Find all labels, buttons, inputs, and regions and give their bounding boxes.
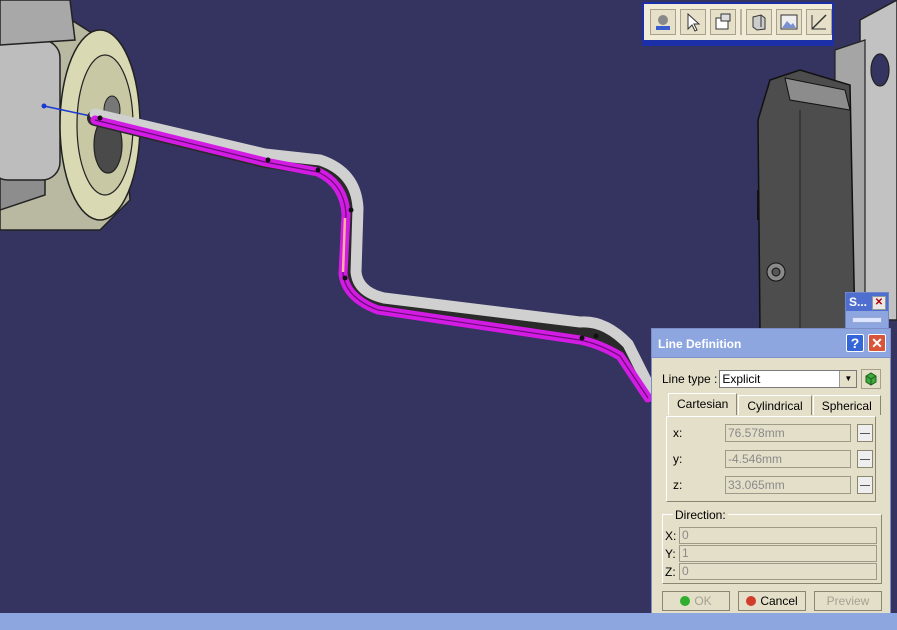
cancel-label: Cancel <box>760 594 798 608</box>
properties-icon[interactable] <box>710 9 736 35</box>
ok-label: OK <box>694 594 712 608</box>
picture-icon[interactable] <box>776 9 802 35</box>
small-window-close-icon[interactable]: ✕ <box>872 296 886 310</box>
direction-x-field[interactable]: 0 <box>679 527 877 544</box>
small-window-bar <box>852 317 882 323</box>
view-toolbar <box>642 2 834 46</box>
line-definition-dialog: Line Definition ? ✕ Line type : Explicit… <box>651 328 891 620</box>
x-field[interactable]: 76.578mm <box>725 424 851 442</box>
part-view-icon[interactable] <box>650 9 676 35</box>
direction-y-row: Y: 1 <box>665 545 877 562</box>
status-bar <box>0 613 897 630</box>
direction-z-row: Z: 0 <box>665 563 877 580</box>
direction-z-label: Z: <box>665 564 676 579</box>
help-icon[interactable]: ? <box>846 334 864 352</box>
toolbar-body <box>644 4 832 40</box>
preview-button[interactable]: Preview <box>814 591 882 611</box>
close-icon[interactable]: ✕ <box>868 334 886 352</box>
direction-y-label: Y: <box>665 546 676 561</box>
y-label: y: <box>673 452 683 466</box>
line-type-select[interactable]: Explicit ▼ <box>719 370 858 388</box>
direction-x-row: X: 0 <box>665 527 877 544</box>
line-type-value: Explicit <box>722 372 761 386</box>
direction-x-label: X: <box>665 528 677 543</box>
direction-legend: Direction: <box>673 508 728 522</box>
z-spinner[interactable] <box>857 476 873 494</box>
x-spinner[interactable] <box>857 424 873 442</box>
chevron-down-icon[interactable]: ▼ <box>839 371 857 387</box>
z-label: z: <box>673 478 683 492</box>
dialog-buttons: OK Cancel Preview <box>662 591 882 611</box>
z-field[interactable]: 33.065mm <box>725 476 851 494</box>
tab-cylindrical[interactable]: Cylindrical <box>738 395 812 415</box>
y-spinner[interactable] <box>857 450 873 468</box>
tab-cartesian[interactable]: Cartesian <box>668 393 738 415</box>
cancel-dot-icon <box>746 596 757 606</box>
y-coordinate-row: y: -4.546mm <box>673 450 873 468</box>
direction-y-field[interactable]: 1 <box>679 545 877 562</box>
ok-dot-icon <box>680 596 691 606</box>
dialog-title-bar[interactable]: Line Definition ? ✕ <box>652 329 890 358</box>
small-floating-window[interactable]: S... ✕ <box>845 292 889 332</box>
z-coordinate-row: z: 33.065mm <box>673 476 873 494</box>
direction-z-field[interactable]: 0 <box>679 563 877 580</box>
direction-group: Direction: X: 0 Y: 1 Z: 0 <box>662 508 882 584</box>
small-window-title-text: S... <box>849 295 868 309</box>
preview-label: Preview <box>826 594 870 608</box>
y-field[interactable]: -4.546mm <box>725 450 851 468</box>
pipe-route <box>87 108 658 403</box>
line-type-label: Line type : <box>662 372 718 386</box>
line-type-row: Line type : Explicit ▼ <box>662 369 882 389</box>
small-window-title: S... ✕ <box>846 293 888 311</box>
line-type-options-icon[interactable] <box>861 369 882 389</box>
x-coordinate-row: x: 76.578mm <box>673 424 873 442</box>
tab-spherical[interactable]: Spherical <box>812 395 881 415</box>
dialog-title: Line Definition <box>658 337 742 351</box>
select-arrow-icon[interactable] <box>680 9 706 35</box>
x-label: x: <box>673 426 683 440</box>
right-bracket-part <box>757 0 897 331</box>
coordinate-tabs: Cartesian Cylindrical Spherical <box>668 393 882 415</box>
toolbar-separator <box>740 9 742 35</box>
cartesian-panel: x: 76.578mm y: -4.546mm z: 33.065mm <box>666 416 876 502</box>
draft-icon[interactable] <box>806 9 832 35</box>
cube-view-icon[interactable] <box>746 9 772 35</box>
cancel-button[interactable]: Cancel <box>738 591 806 611</box>
ok-button[interactable]: OK <box>662 591 730 611</box>
